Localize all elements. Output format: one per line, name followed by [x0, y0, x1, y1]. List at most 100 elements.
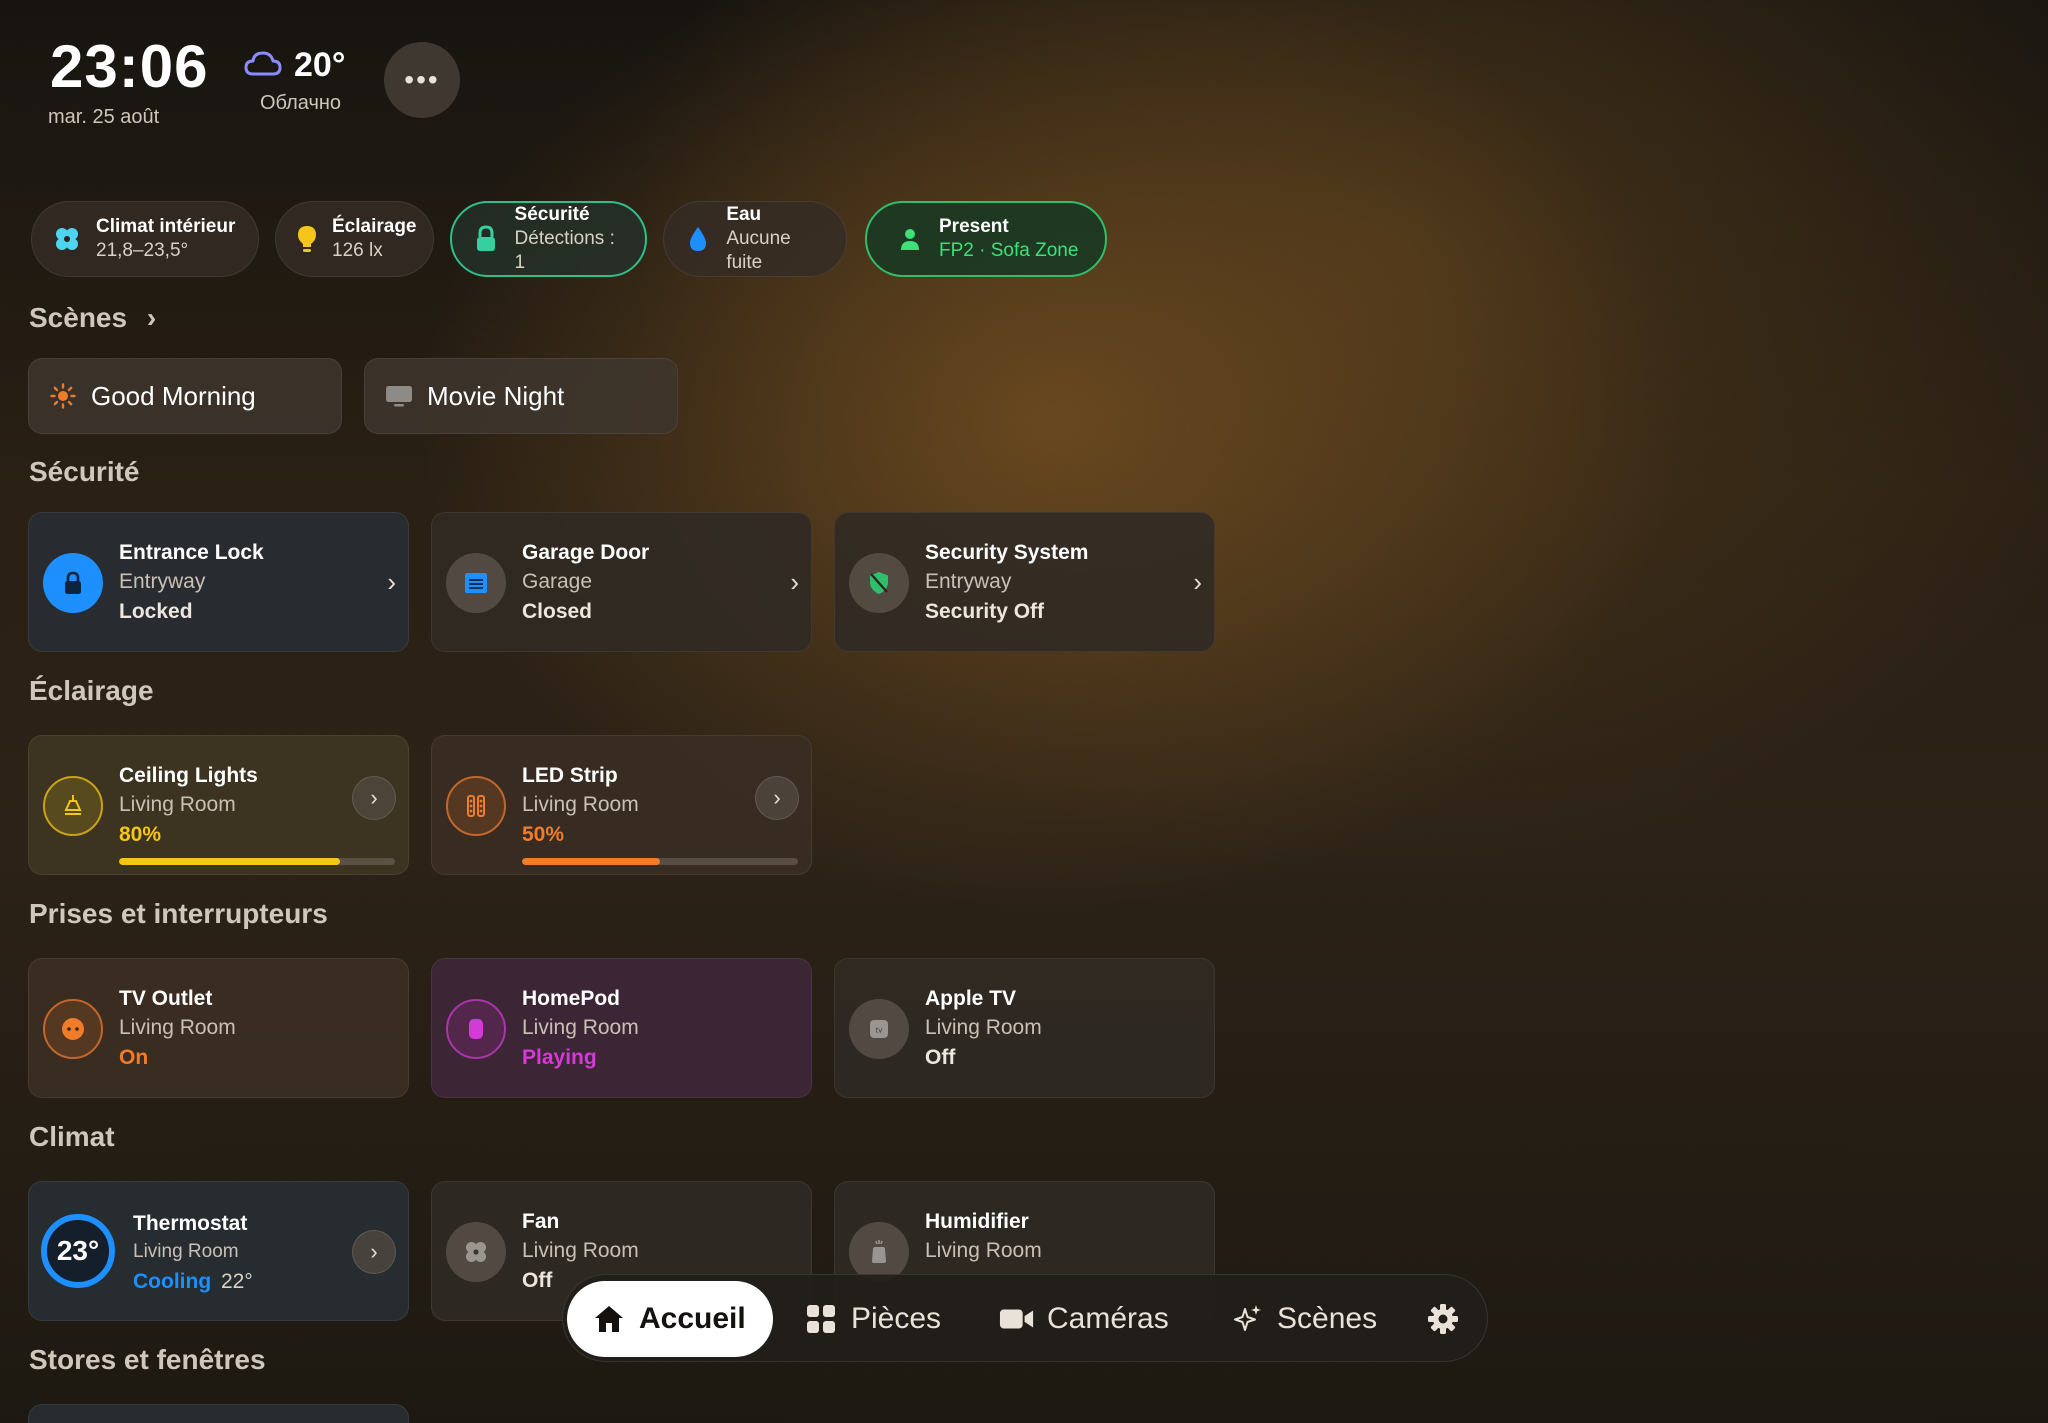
chip-subtitle: 21,8–23,5° — [96, 240, 189, 261]
device-card-security-system[interactable]: Security System Entryway Security Off › — [834, 512, 1215, 652]
device-name: Security System — [925, 541, 1089, 564]
scene-good-morning[interactable]: Good Morning — [28, 358, 342, 434]
fan-icon — [446, 1222, 506, 1282]
shield-off-icon — [849, 553, 909, 613]
device-card-ceiling-lights[interactable]: Ceiling Lights Living Room 80% › — [28, 735, 409, 875]
device-card-thermostat[interactable]: 23° Thermostat Living Room Cooling 22° › — [28, 1181, 409, 1321]
thermostat-dial: 23° — [41, 1214, 115, 1288]
chip-title: Climat intérieur — [96, 216, 236, 237]
device-card-blind-partial[interactable] — [28, 1404, 409, 1423]
section-title-outlets: Prises et interrupteurs — [29, 898, 328, 929]
chip-presence[interactable]: Present FP2 · Sofa Zone — [865, 201, 1107, 277]
settings-button[interactable] — [1425, 1281, 1473, 1357]
apple-tv-icon: tv — [849, 999, 909, 1059]
device-state: Locked — [119, 600, 193, 623]
device-name: HomePod — [522, 987, 621, 1010]
device-room: Living Room — [925, 1016, 1042, 1039]
chevron-right-icon[interactable]: › — [352, 1230, 396, 1274]
weather-temperature: 20° — [294, 46, 346, 84]
device-card-tv-outlet[interactable]: TV Outlet Living Room On — [28, 958, 409, 1098]
brightness-fill — [119, 858, 340, 865]
scene-movie-night[interactable]: Movie Night — [364, 358, 678, 434]
device-room: Living Room — [119, 1016, 236, 1039]
section-title-security: Sécurité — [29, 456, 140, 487]
sparkles-icon — [1229, 1301, 1265, 1337]
humidifier-icon — [849, 1222, 909, 1282]
tab-label: Scènes — [1277, 1302, 1378, 1335]
lock-icon — [43, 553, 103, 613]
device-name: Thermostat — [133, 1212, 248, 1235]
bulb-icon — [296, 224, 318, 254]
device-card-apple-tv[interactable]: tv Apple TV Living Room Off — [834, 958, 1215, 1098]
thermostat-target: 22° — [221, 1270, 253, 1293]
svg-text:tv: tv — [876, 1027, 883, 1035]
device-room: Living Room — [119, 793, 236, 816]
homepod-icon — [446, 999, 506, 1059]
section-title-scenes: Scènes — [29, 302, 128, 333]
clock-time: 23:06 — [50, 33, 209, 100]
chip-lighting[interactable]: Éclairage 126 lx — [275, 201, 434, 277]
device-room: Entryway — [119, 570, 206, 593]
fan-icon — [52, 224, 82, 254]
chip-indoor-climate[interactable]: Climat intérieur 21,8–23,5° — [31, 201, 259, 277]
chevron-right-icon[interactable]: › — [755, 776, 799, 820]
device-name: Ceiling Lights — [119, 764, 258, 787]
brightness-fill — [522, 858, 660, 865]
chip-subtitle: Détections : 1 — [514, 228, 615, 273]
chip-title: Present — [939, 216, 1009, 237]
device-card-homepod[interactable]: HomePod Living Room Playing — [431, 958, 812, 1098]
chevron-right-icon[interactable]: › — [1193, 567, 1202, 598]
device-room: Garage — [522, 570, 593, 593]
chevron-right-icon[interactable]: › — [387, 567, 396, 598]
device-name: Garage Door — [522, 541, 650, 564]
tab-scenes[interactable]: Scènes — [1229, 1281, 1377, 1357]
scenes-header-link[interactable]: Scènes › — [29, 302, 156, 334]
lock-icon — [472, 224, 501, 254]
chip-title: Éclairage — [332, 216, 417, 237]
device-card-led-strip[interactable]: LED Strip Living Room 50% › — [431, 735, 812, 875]
scene-label: Good Morning — [91, 380, 256, 411]
device-room: Living Room — [522, 1239, 639, 1262]
house-icon — [591, 1301, 627, 1337]
gear-icon — [1425, 1301, 1461, 1337]
chip-title: Sécurité — [514, 204, 590, 225]
weather-condition: Облачно — [260, 92, 342, 114]
device-name: LED Strip — [522, 764, 618, 787]
device-room: Living Room — [522, 793, 639, 816]
chevron-right-icon[interactable]: › — [352, 776, 396, 820]
chevron-right-icon[interactable]: › — [790, 567, 799, 598]
tv-icon — [385, 382, 413, 410]
chip-water[interactable]: Eau Aucune fuite — [663, 201, 847, 277]
chip-title: Eau — [726, 204, 762, 225]
device-room: Living Room — [133, 1241, 239, 1262]
device-state: Off — [925, 1046, 956, 1069]
device-room: Living Room — [522, 1016, 639, 1039]
brightness-slider[interactable] — [522, 858, 798, 865]
tab-cameras[interactable]: Caméras — [999, 1281, 1169, 1357]
video-camera-icon — [999, 1301, 1035, 1337]
chevron-right-icon: › — [146, 302, 157, 333]
tab-home[interactable]: Accueil — [567, 1281, 773, 1357]
more-options-button[interactable]: ••• — [384, 42, 460, 118]
chip-subtitle: 126 lx — [332, 240, 383, 261]
scene-label: Movie Night — [427, 380, 565, 411]
device-state: Security Off — [925, 600, 1045, 623]
device-state: 50% — [522, 823, 565, 846]
water-drop-icon — [684, 224, 712, 254]
ceiling-lamp-icon — [43, 776, 103, 836]
chip-subtitle: FP2 · Sofa Zone — [939, 240, 1079, 261]
tab-rooms[interactable]: Pièces — [803, 1281, 941, 1357]
device-card-garage-door[interactable]: Garage Door Garage Closed › — [431, 512, 812, 652]
led-strip-icon — [446, 776, 506, 836]
device-state: Playing — [522, 1046, 597, 1069]
device-name: Fan — [522, 1210, 560, 1233]
device-name: Entrance Lock — [119, 541, 264, 564]
tab-label: Pièces — [851, 1302, 942, 1335]
chip-security[interactable]: Sécurité Détections : 1 — [450, 201, 647, 277]
device-card-entrance-lock[interactable]: Entrance Lock Entryway Locked › — [28, 512, 409, 652]
tab-label: Accueil — [639, 1302, 746, 1335]
brightness-slider[interactable] — [119, 858, 395, 865]
cloud-icon — [244, 50, 282, 78]
section-title-lighting: Éclairage — [29, 675, 154, 706]
ellipsis-icon: ••• — [404, 64, 440, 95]
